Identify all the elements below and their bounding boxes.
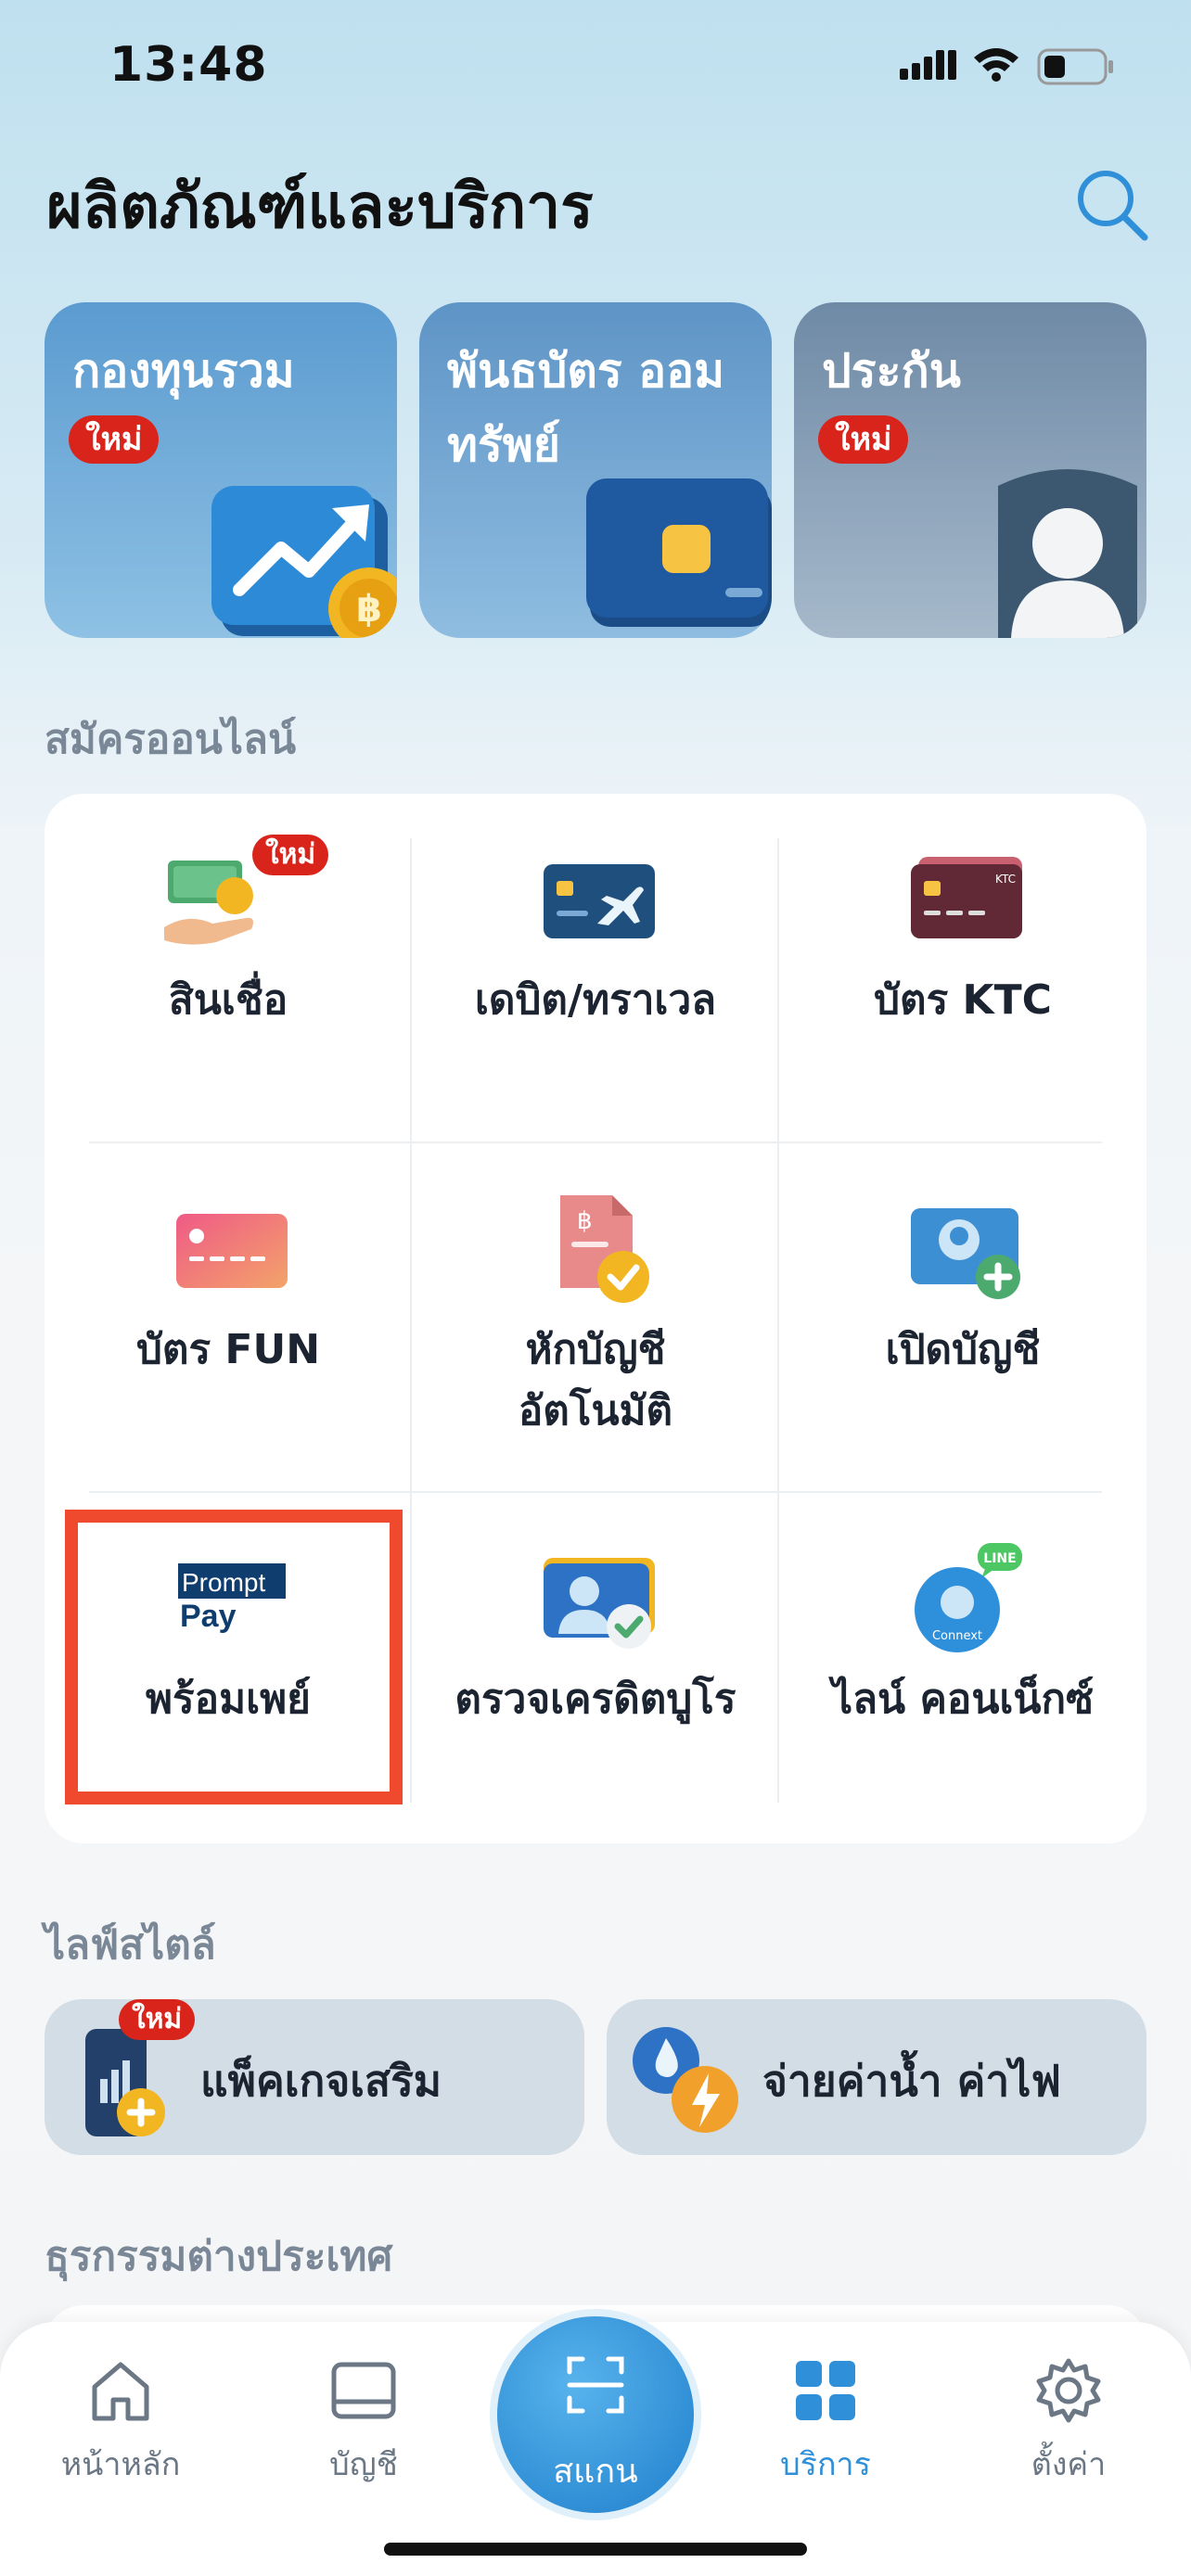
service-auto-debit[interactable]: ฿ หักบัญชี อัตโนมัติ bbox=[412, 1143, 779, 1493]
lifestyle-add-package[interactable]: ใหม่ แพ็คเกจเสริม bbox=[45, 1999, 584, 2155]
connext-logo-text: Connext bbox=[932, 1629, 982, 1643]
lifestyle-label: แพ็คเกจเสริม bbox=[200, 2056, 442, 2106]
section-label-international: ธุรกรรมต่างประเทศ bbox=[45, 2233, 393, 2280]
service-credit-bureau[interactable]: ตรวจเครดิตบูโร bbox=[412, 1493, 779, 1843]
section-label-lifestyle: ไลฟ์สไตล์ bbox=[45, 1921, 216, 1969]
battery-icon bbox=[1037, 48, 1113, 85]
status-time: 13:48 bbox=[109, 37, 268, 93]
nav-settings[interactable]: ตั้งค่า bbox=[976, 2355, 1161, 2489]
service-open-account[interactable]: เปิดบัญชี bbox=[779, 1143, 1146, 1493]
service-label: เดบิต/ทราเวล bbox=[474, 976, 717, 1024]
service-label: ไลน์ คอนเน็กซ์ bbox=[831, 1676, 1095, 1723]
settings-gear-icon bbox=[1036, 2358, 1101, 2423]
cellular-signal-icon bbox=[900, 50, 956, 80]
ktc-card-text: KTC bbox=[995, 873, 1016, 886]
water-electric-bill-icon bbox=[633, 2027, 738, 2133]
hero-card-mutual-fund[interactable]: กองทุนรวม ใหม่ ฿ bbox=[45, 302, 397, 638]
scan-label: สแกน bbox=[553, 2453, 638, 2491]
page-title: ผลิตภัณฑ์และบริการ bbox=[46, 171, 594, 242]
lifestyle-label: จ่ายค่าน้ำ ค่าไฟ bbox=[762, 2056, 1061, 2106]
account-icon bbox=[331, 2362, 396, 2419]
hero-card-title: พันธบัตร ออมทรัพย์ bbox=[447, 344, 725, 472]
service-label: สินเชื่อ bbox=[168, 976, 288, 1024]
fun-card-icon bbox=[176, 1214, 288, 1288]
service-debit-travel[interactable]: เดบิต/ทราเวล bbox=[412, 794, 779, 1143]
open-account-icon bbox=[911, 1208, 1020, 1299]
service-label: บัตร FUN bbox=[135, 1326, 321, 1373]
service-ktc-card[interactable]: KTC บัตร KTC bbox=[779, 794, 1146, 1143]
service-label: เปิดบัญชี bbox=[885, 1326, 1041, 1373]
new-badge: ใหม่ bbox=[818, 415, 909, 464]
line-bubble-text: LINE bbox=[983, 1551, 1016, 1566]
credit-bureau-icon bbox=[544, 1558, 655, 1649]
nav-label: บัญชี bbox=[329, 2446, 398, 2483]
service-fun-card[interactable]: บัตร FUN bbox=[45, 1143, 412, 1493]
service-label: บัตร KTC bbox=[874, 976, 1052, 1024]
wifi-icon bbox=[974, 48, 1018, 82]
lifestyle-water-electric-bill[interactable]: จ่ายค่าน้ำ ค่าไฟ bbox=[607, 1999, 1146, 2155]
new-badge: ใหม่ bbox=[69, 415, 160, 464]
home-icon bbox=[92, 2362, 149, 2421]
bond-card-icon bbox=[586, 478, 772, 627]
nav-label: บริการ bbox=[780, 2446, 871, 2483]
growth-chart-icon: ฿ bbox=[211, 486, 397, 638]
new-badge: ใหม่ bbox=[119, 1999, 196, 2040]
services-grid-icon bbox=[796, 2361, 855, 2420]
service-label: หักบัญชี อัตโนมัติ bbox=[518, 1326, 673, 1435]
insurance-person-icon bbox=[998, 469, 1137, 638]
highlight-box bbox=[65, 1510, 403, 1804]
search-icon[interactable] bbox=[1072, 165, 1150, 243]
nav-label: หน้าหลัก bbox=[60, 2446, 181, 2483]
auto-debit-icon: ฿ bbox=[560, 1195, 649, 1303]
debit-travel-card-icon bbox=[544, 864, 655, 938]
new-badge: ใหม่ bbox=[252, 835, 329, 875]
hero-card-insurance[interactable]: ประกัน ใหม่ bbox=[794, 302, 1146, 638]
service-loan[interactable]: ใหม่ สินเชื่อ bbox=[45, 794, 412, 1143]
svg-text:฿: ฿ bbox=[577, 1207, 593, 1235]
scan-button[interactable]: สแกน bbox=[490, 2309, 701, 2520]
nav-label: ตั้งค่า bbox=[1031, 2446, 1107, 2483]
section-label-online-signup: สมัครออนไลน์ bbox=[45, 716, 297, 763]
service-line-connext[interactable]: LINE Connext ไลน์ คอนเน็กซ์ bbox=[779, 1493, 1146, 1843]
scan-icon bbox=[567, 2356, 624, 2414]
home-indicator bbox=[384, 2543, 807, 2556]
hero-card-title: กองทุนรวม bbox=[72, 344, 295, 398]
hero-card-title: ประกัน bbox=[822, 344, 961, 398]
nav-account[interactable]: บัญชี bbox=[271, 2355, 456, 2489]
nav-services[interactable]: บริการ bbox=[733, 2355, 918, 2489]
nav-home[interactable]: หน้าหลัก bbox=[28, 2355, 213, 2489]
hero-card-savings-bond[interactable]: พันธบัตร ออมทรัพย์ bbox=[419, 302, 772, 638]
status-bar: 13:48 bbox=[0, 0, 1191, 139]
ktc-card-icon: KTC bbox=[911, 857, 1022, 938]
service-label: ตรวจเครดิตบูโร bbox=[455, 1676, 736, 1723]
line-connext-icon: LINE Connext bbox=[915, 1543, 1022, 1652]
svg-text:฿: ฿ bbox=[356, 588, 382, 631]
